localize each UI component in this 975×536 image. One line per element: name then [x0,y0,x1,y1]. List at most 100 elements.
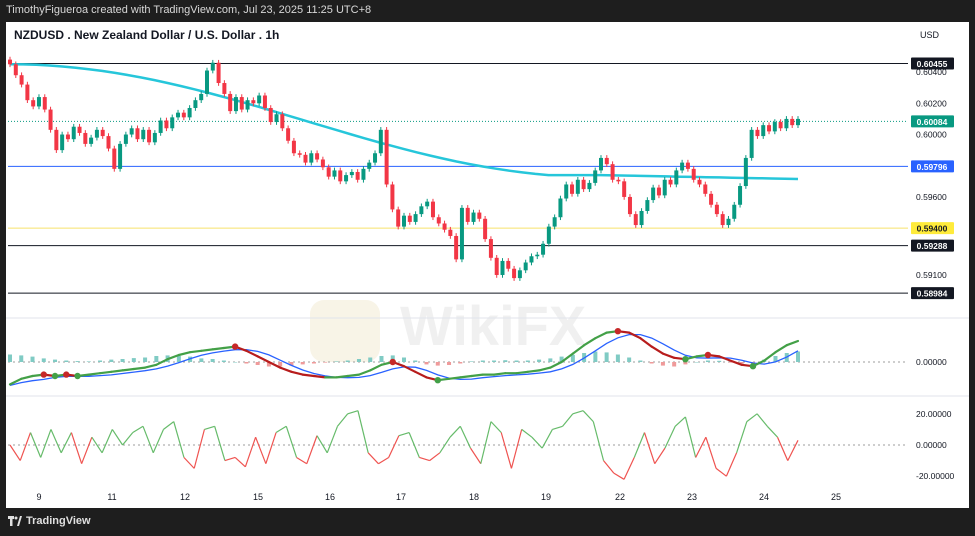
macd-cross-dot-54 [614,328,622,335]
candle-body-94 [552,217,557,227]
candle-body-123 [720,214,725,226]
candle-body-80 [471,212,476,222]
candle-body-35 [210,62,215,71]
macd-hist-bar-4 [53,359,58,362]
candle-body-53 [315,153,320,160]
macd-segment-69 [774,344,788,354]
osc-segment-53 [541,429,553,449]
price-chart[interactable]: WikiFX 0.604550.600840.597960.594000.592… [0,0,975,536]
candle-body-113 [662,179,667,196]
level-label-2: 0.59796 [917,162,948,172]
candle-body-120 [703,184,708,194]
osc-segment-30 [306,435,318,464]
candle-body-119 [697,179,702,185]
candle-body-17 [106,136,111,149]
macd-cross-dot-60 [682,356,689,363]
candle-body-107 [627,196,632,215]
time-tick-8: 22 [615,492,625,502]
candle-body-36 [216,62,221,84]
candle-body-0 [8,59,12,65]
candle-body-106 [622,181,627,197]
time-tick-1: 11 [107,492,116,502]
macd-hist-bar-18 [210,359,215,362]
level-label-5: 0.58984 [917,289,948,299]
candle-body-128 [749,129,754,158]
macd-hist-bar-32 [368,357,373,362]
osc-segment-4 [40,429,52,458]
osc-segment-49 [500,432,513,469]
candle-body-77 [454,235,459,260]
macd-hist-bar-30 [345,360,350,362]
osc-segment-38 [388,435,400,458]
candle-body-68 [402,215,406,227]
macd-cross-dot-38 [434,377,441,384]
osc-segment-40 [408,432,420,458]
candle-body-32 [193,100,198,108]
candle-body-60 [355,171,360,180]
candle-body-63 [373,153,378,163]
osc-segment-54 [552,425,563,430]
macd-hist-bar-35 [402,357,406,362]
macd-hist-bar-8 [98,360,103,362]
macd-cross-dot-34 [389,358,396,366]
osc-segment-29 [296,456,308,465]
macd-hist-bar-57 [649,362,654,364]
macd-hist-bar-39 [447,362,452,365]
macd-segment-25 [279,366,293,373]
osc-segment-75 [766,425,778,438]
macd-segment-18 [200,348,214,352]
macd-hist-bar-63 [717,360,722,362]
macd-segment-32 [357,369,372,376]
macd-hist-bar-61 [694,362,699,363]
macd-hist-bar-40 [458,362,463,364]
macd-hist-bar-29 [334,361,339,362]
candle-body-71 [419,206,424,215]
candle-body-131 [767,125,772,132]
macd-zero-label: 0.00000 [916,357,947,367]
candle-body-50 [297,153,302,155]
candle-body-70 [413,214,418,222]
time-tick-11: 25 [831,492,841,502]
candle-body-117 [685,162,690,169]
macd-cross-dot-5 [63,371,70,378]
macd-hist-bar-59 [672,362,677,367]
macd-hist-bar-54 [615,354,620,362]
osc-segment-58 [592,421,605,461]
macd-segment-16 [177,351,192,357]
candle-body-66 [390,184,395,210]
macd-hist-bar-15 [176,356,181,362]
time-tick-9: 23 [687,492,697,502]
osc-segment-60 [613,472,625,480]
osc-segment-23 [234,457,246,468]
time-tick-10: 24 [759,492,769,502]
macd-hist-bar-55 [627,357,632,362]
candle-body-76 [448,229,453,236]
osc-segment-72 [736,421,748,453]
macd-segment-2 [20,374,34,380]
candle-body-110 [645,200,650,211]
candle-body-13 [83,132,88,144]
candle-body-91 [535,254,540,257]
candle-body-48 [286,128,291,141]
candle-body-2 [19,75,24,85]
candle-body-59 [349,171,354,176]
candle-body-28 [170,117,175,129]
osc-segment-55 [562,413,574,427]
macd-hist-bar-41 [469,361,474,362]
macd-cross-dot-62 [704,351,712,359]
footer-bar [0,508,975,536]
macd-segment-42 [470,373,484,378]
osc-segment-76 [776,436,789,461]
candle-body-15 [94,129,99,138]
candle-body-26 [158,120,163,133]
candle-body-95 [558,198,563,218]
candle-body-1 [13,64,18,76]
candle-body-129 [755,129,760,137]
osc-segment-47 [480,421,492,464]
candle-body-54 [320,159,325,168]
osc-segment-21 [214,426,226,461]
candle-body-5 [36,97,41,107]
candle-body-22 [135,128,140,140]
candle-body-19 [118,143,123,169]
osc-segment-1 [9,444,21,461]
